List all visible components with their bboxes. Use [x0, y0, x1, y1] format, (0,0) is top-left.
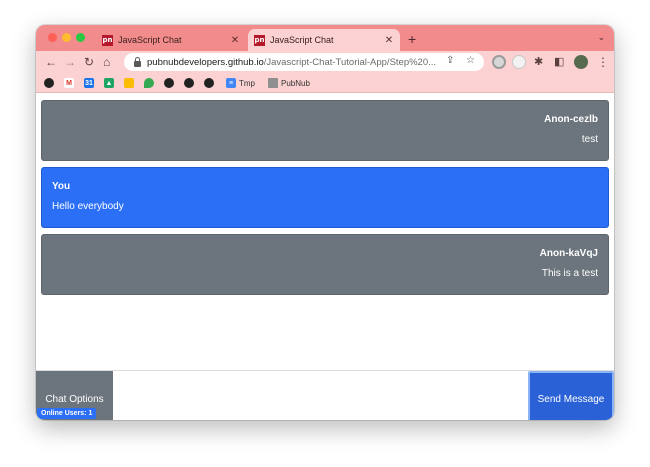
keep-icon [124, 78, 134, 88]
message-text: This is a test [541, 268, 598, 279]
bookmark-label: Tmp [239, 78, 255, 88]
bookmark-pubnub[interactable]: PubNub [268, 77, 310, 89]
bookmark-label: PubNub [281, 78, 310, 88]
bookmark-github-4[interactable] [204, 77, 217, 89]
tab-javascript-chat-2[interactable]: pn JavaScript Chat ✕ [248, 29, 400, 51]
message-card: Anon-cezlb test [41, 100, 609, 161]
github-icon [164, 78, 174, 88]
bookmark-github-3[interactable] [184, 77, 197, 89]
extension-icon[interactable] [512, 55, 526, 69]
tab-title: JavaScript Chat [270, 35, 334, 45]
share-icon[interactable]: ⇪ [446, 55, 454, 66]
github-icon [204, 78, 214, 88]
sidebar-icon[interactable]: ◧ [554, 54, 564, 70]
message-input[interactable] [113, 371, 528, 420]
minimize-window-icon[interactable] [62, 33, 71, 42]
drive-icon: ▲ [104, 78, 114, 88]
url-host: pubnubdevelopers.github.io [147, 56, 264, 68]
tab-title: JavaScript Chat [118, 35, 182, 45]
bookmark-tmp[interactable]: ≡ Tmp [226, 77, 255, 89]
message-card-self: You Hello everybody [41, 167, 609, 228]
tab-close-icon[interactable]: ✕ [228, 35, 242, 46]
google-extension-icon[interactable] [492, 55, 506, 69]
star-icon[interactable]: ☆ [466, 55, 475, 66]
message-composer: Chat Options Send Message [36, 370, 614, 420]
close-window-icon[interactable] [48, 33, 57, 42]
puzzle-icon[interactable]: ✱ [534, 54, 543, 70]
bookmark-keep[interactable] [124, 77, 137, 89]
github-icon [184, 78, 194, 88]
new-tab-button[interactable]: + [408, 31, 416, 47]
message-sender: Anon-cezlb [544, 114, 598, 125]
bookmark-maps[interactable] [144, 77, 157, 89]
pubnub-favicon-icon: pn [102, 34, 113, 46]
tab-strip: pn JavaScript Chat ✕ pn JavaScript Chat … [36, 25, 614, 51]
message-text: Hello everybody [52, 201, 124, 212]
menu-kebab-icon[interactable]: ⋮ [597, 54, 609, 70]
back-icon[interactable]: ← [45, 54, 57, 70]
address-bar[interactable]: pubnubdevelopers.github.io /Javascript-C… [124, 53, 484, 71]
lock-icon [134, 56, 141, 67]
bookmark-gmail[interactable]: M [64, 77, 77, 89]
calendar-icon: 31 [84, 78, 94, 88]
message-sender: You [52, 181, 71, 192]
message-card: Anon-kaVqJ This is a test [41, 234, 609, 295]
tab-javascript-chat-1[interactable]: pn JavaScript Chat ✕ [96, 29, 246, 51]
tab-close-icon[interactable]: ✕ [382, 35, 396, 46]
home-icon[interactable]: ⌂ [103, 54, 110, 70]
message-text: test [581, 134, 598, 145]
pubnub-favicon-icon: pn [254, 34, 265, 46]
bookmark-github-2[interactable] [164, 77, 177, 89]
chat-page: Anon-cezlb test You Hello everybody Anon… [36, 94, 614, 420]
github-icon [44, 78, 54, 88]
forward-icon[interactable]: → [64, 54, 76, 70]
docs-icon: ≡ [226, 78, 236, 88]
bookmarks-bar: M 31 ▲ ≡ Tmp PubNub [36, 73, 614, 93]
folder-icon [268, 78, 278, 88]
gmail-icon: M [64, 78, 74, 88]
bookmark-github[interactable] [44, 77, 57, 89]
online-users-badge: Online Users: 1 [37, 408, 97, 419]
chevron-down-icon[interactable]: ⌄ [597, 32, 605, 43]
avatar[interactable] [574, 55, 588, 69]
send-message-button[interactable]: Send Message [528, 371, 614, 420]
bookmark-drive[interactable]: ▲ [104, 77, 117, 89]
bookmark-calendar[interactable]: 31 [84, 77, 97, 89]
message-sender: Anon-kaVqJ [539, 248, 598, 259]
browser-toolbar: ← → ↻ ⌂ pubnubdevelopers.github.io /Java… [36, 51, 614, 73]
maps-icon [144, 78, 154, 88]
reload-icon[interactable]: ↻ [84, 54, 94, 70]
url-path: /Javascript-Chat-Tutorial-App/Step%20... [263, 56, 437, 68]
zoom-window-icon[interactable] [76, 33, 85, 42]
browser-window: pn JavaScript Chat ✕ pn JavaScript Chat … [36, 25, 614, 420]
